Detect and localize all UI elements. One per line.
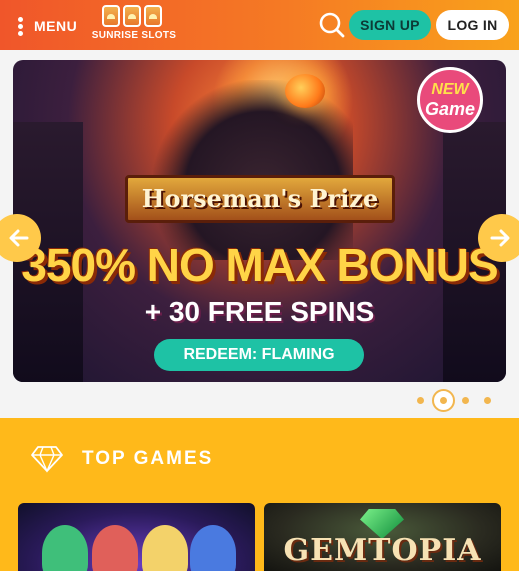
- menu-button[interactable]: MENU: [14, 12, 77, 40]
- game-tile-title: GEMTOPIA: [283, 533, 482, 568]
- logo-slot-icons: [102, 5, 162, 27]
- promo-banner[interactable]: NEW Game Horseman's Prize 350% NO MAX BO…: [13, 60, 506, 382]
- pager-dot[interactable]: [484, 397, 491, 404]
- badge-line1: NEW: [431, 81, 469, 98]
- menu-label: MENU: [34, 18, 78, 34]
- badge-line2: Game: [424, 99, 476, 119]
- pumpkin-icon: [285, 74, 325, 108]
- new-game-badge: NEW Game: [417, 67, 483, 133]
- headless-horseman-art: [153, 80, 353, 260]
- login-button[interactable]: LOG IN: [436, 10, 509, 40]
- search-icon[interactable]: [318, 11, 346, 39]
- game-tile-gemtopia[interactable]: GEMTOPIA: [264, 503, 501, 571]
- diamond-icon: [30, 440, 64, 474]
- pager-dot-active[interactable]: [432, 389, 455, 412]
- redeem-code-pill[interactable]: REDEEM: FLAMING: [154, 339, 364, 371]
- game-art-character: [142, 525, 188, 571]
- banner-spins-text: + 30 FREE SPINS: [144, 296, 375, 327]
- game-art-character: [92, 525, 138, 571]
- menu-dots-icon: [14, 14, 26, 38]
- game-art-character: [42, 525, 88, 571]
- carousel-pager: [417, 389, 497, 412]
- game-art-character: [190, 525, 236, 571]
- section-title: TOP GAMES: [82, 448, 214, 469]
- pager-dot[interactable]: [462, 397, 469, 404]
- banner-game-title: Horseman's Prize: [125, 175, 395, 223]
- logo-text: SUNRISE SLOTS: [91, 30, 177, 41]
- site-logo[interactable]: SUNRISE SLOTS: [86, 5, 182, 43]
- banner-bonus-text: 350% NO MAX BONUS: [21, 239, 498, 291]
- pager-dot[interactable]: [417, 397, 424, 404]
- game-tile-witches[interactable]: [18, 503, 255, 571]
- top-header: MENU SUNRISE SLOTS SIGN UP LOG IN: [0, 0, 519, 50]
- top-games-section: TOP GAMES GEMTOPIA: [0, 418, 519, 571]
- arrow-left-icon: [9, 229, 29, 247]
- signup-button[interactable]: SIGN UP: [349, 10, 431, 40]
- carousel-next-button[interactable]: [478, 214, 519, 262]
- arrow-right-icon: [490, 229, 510, 247]
